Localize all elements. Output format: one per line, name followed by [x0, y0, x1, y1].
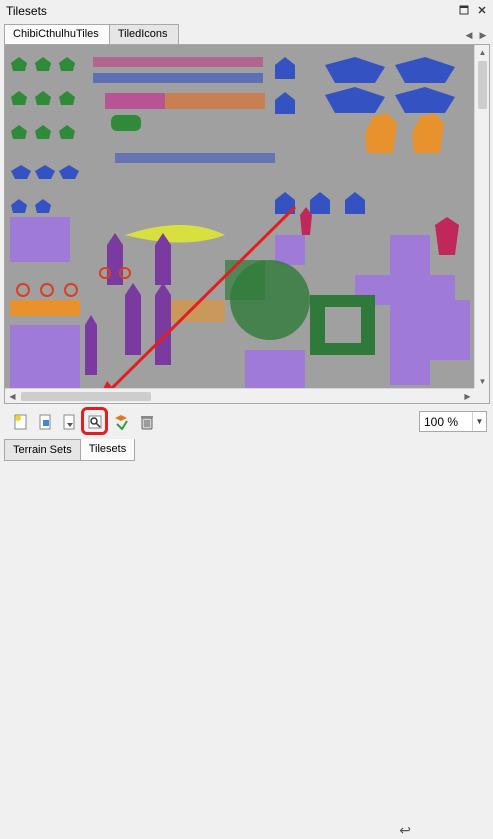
new-tileset-icon[interactable]	[12, 413, 30, 431]
panel-titlebar[interactable]: Tilesets	[0, 0, 493, 22]
tab-scroll-right-icon[interactable]: ▶	[477, 28, 489, 42]
float-icon[interactable]	[457, 3, 471, 17]
tilesets-panel: Tilesets ChibiCthulhuTiles TiledIcons ◀ …	[0, 0, 493, 838]
scroll-up-icon[interactable]: ▲	[475, 45, 489, 60]
dock-tabs: Terrain Sets Tilesets	[4, 439, 136, 461]
zoom-select[interactable]: 100 % ▼	[419, 411, 487, 432]
scroll-down-icon[interactable]: ▼	[475, 374, 489, 389]
tileset-view[interactable]: ▲ ▼ ◀ ▶	[4, 44, 490, 404]
scroll-left-icon[interactable]: ◀	[5, 389, 20, 403]
highlight-annotation	[81, 407, 108, 435]
horizontal-scroll-thumb[interactable]	[21, 392, 151, 401]
add-tiles-icon[interactable]	[112, 413, 130, 431]
panel-title: Tilesets	[6, 4, 47, 18]
scroll-right-icon[interactable]: ▶	[460, 389, 475, 403]
export-tileset-icon[interactable]	[60, 413, 78, 431]
scroll-corner	[474, 388, 489, 403]
embed-tileset-icon[interactable]	[36, 413, 54, 431]
vertical-scrollbar[interactable]: ▲ ▼	[474, 45, 489, 389]
undo-icon[interactable]: ↩	[399, 822, 411, 839]
tileset-canvas[interactable]	[5, 45, 475, 389]
tileset-image	[5, 45, 475, 389]
tab-terrain-sets[interactable]: Terrain Sets	[4, 439, 81, 461]
remove-tiles-icon[interactable]	[138, 413, 156, 431]
tab-chibicthulhutiles[interactable]: ChibiCthulhuTiles	[4, 24, 110, 46]
tab-tiledicons[interactable]: TiledIcons	[108, 24, 179, 45]
tab-scroll-left-icon[interactable]: ◀	[463, 28, 475, 42]
horizontal-scrollbar[interactable]: ◀ ▶	[5, 388, 475, 403]
close-icon[interactable]	[475, 3, 489, 17]
tileset-tabs: ChibiCthulhuTiles TiledIcons	[4, 24, 179, 46]
zoom-value: 100 %	[424, 415, 459, 429]
tab-tilesets[interactable]: Tilesets	[79, 439, 136, 461]
vertical-scroll-thumb[interactable]	[478, 61, 487, 109]
chevron-down-icon[interactable]: ▼	[472, 412, 486, 431]
